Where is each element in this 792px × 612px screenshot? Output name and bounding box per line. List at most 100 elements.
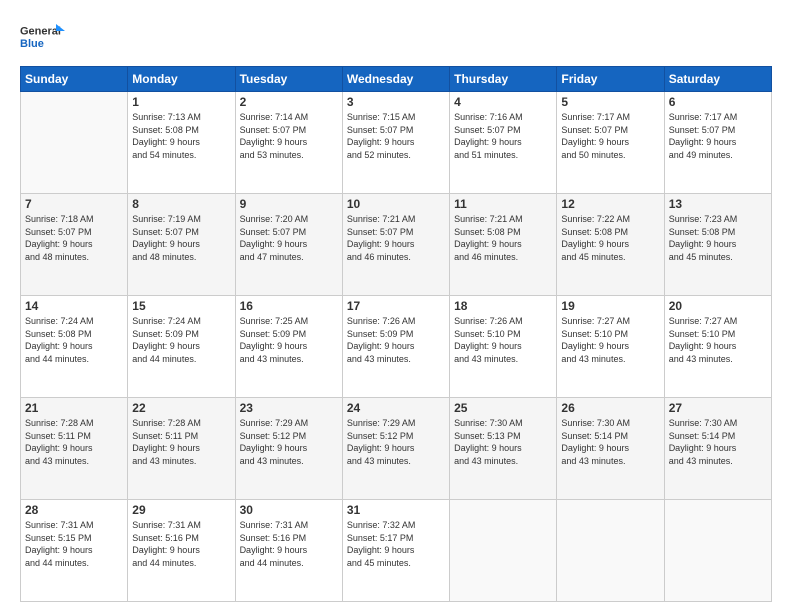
calendar-cell: 3 Sunrise: 7:15 AM Sunset: 5:07 PM Daylig… <box>342 92 449 194</box>
day-number: 13 <box>669 197 767 211</box>
day-number: 21 <box>25 401 123 415</box>
calendar-cell: 19 Sunrise: 7:27 AM Sunset: 5:10 PM Dayli… <box>557 296 664 398</box>
day-number: 24 <box>347 401 445 415</box>
day-info: Sunrise: 7:29 AM Sunset: 5:12 PM Dayligh… <box>347 417 445 467</box>
day-info: Sunrise: 7:17 AM Sunset: 5:07 PM Dayligh… <box>561 111 659 161</box>
day-number: 6 <box>669 95 767 109</box>
day-number: 5 <box>561 95 659 109</box>
day-number: 4 <box>454 95 552 109</box>
day-info: Sunrise: 7:13 AM Sunset: 5:08 PM Dayligh… <box>132 111 230 161</box>
calendar-cell: 6 Sunrise: 7:17 AM Sunset: 5:07 PM Daylig… <box>664 92 771 194</box>
weekday-header: Tuesday <box>235 67 342 92</box>
day-info: Sunrise: 7:25 AM Sunset: 5:09 PM Dayligh… <box>240 315 338 365</box>
day-number: 28 <box>25 503 123 517</box>
logo: General Blue <box>20 18 70 56</box>
day-info: Sunrise: 7:26 AM Sunset: 5:10 PM Dayligh… <box>454 315 552 365</box>
calendar-cell: 8Sunrise: 7:19 AM Sunset: 5:07 PM Daylig… <box>128 194 235 296</box>
day-number: 12 <box>561 197 659 211</box>
day-info: Sunrise: 7:29 AM Sunset: 5:12 PM Dayligh… <box>240 417 338 467</box>
day-info: Sunrise: 7:28 AM Sunset: 5:11 PM Dayligh… <box>132 417 230 467</box>
day-number: 17 <box>347 299 445 313</box>
day-info: Sunrise: 7:28 AM Sunset: 5:11 PM Dayligh… <box>25 417 123 467</box>
day-number: 27 <box>669 401 767 415</box>
weekday-header: Monday <box>128 67 235 92</box>
day-info: Sunrise: 7:16 AM Sunset: 5:07 PM Dayligh… <box>454 111 552 161</box>
day-info: Sunrise: 7:27 AM Sunset: 5:10 PM Dayligh… <box>561 315 659 365</box>
weekday-header: Sunday <box>21 67 128 92</box>
weekday-header: Thursday <box>450 67 557 92</box>
svg-text:Blue: Blue <box>20 38 44 50</box>
calendar-cell: 13 Sunrise: 7:23 AM Sunset: 5:08 PM Dayli… <box>664 194 771 296</box>
day-info: Sunrise: 7:18 AM Sunset: 5:07 PM Dayligh… <box>25 213 123 263</box>
day-info: Sunrise: 7:17 AM Sunset: 5:07 PM Dayligh… <box>669 111 767 161</box>
day-info: Sunrise: 7:23 AM Sunset: 5:08 PM Dayligh… <box>669 213 767 263</box>
day-number: 14 <box>25 299 123 313</box>
calendar-cell: 16 Sunrise: 7:25 AM Sunset: 5:09 PM Dayli… <box>235 296 342 398</box>
calendar-cell: 22 Sunrise: 7:28 AM Sunset: 5:11 PM Dayli… <box>128 398 235 500</box>
calendar-cell: 5 Sunrise: 7:17 AM Sunset: 5:07 PM Daylig… <box>557 92 664 194</box>
day-info: Sunrise: 7:30 AM Sunset: 5:14 PM Dayligh… <box>561 417 659 467</box>
calendar-cell: 18Sunrise: 7:26 AM Sunset: 5:10 PM Dayli… <box>450 296 557 398</box>
calendar-cell <box>450 500 557 602</box>
day-info: Sunrise: 7:31 AM Sunset: 5:15 PM Dayligh… <box>25 519 123 569</box>
calendar-cell: 30 Sunrise: 7:31 AM Sunset: 5:16 PM Dayli… <box>235 500 342 602</box>
calendar-cell: 28 Sunrise: 7:31 AM Sunset: 5:15 PM Dayli… <box>21 500 128 602</box>
weekday-header: Friday <box>557 67 664 92</box>
day-info: Sunrise: 7:24 AM Sunset: 5:09 PM Dayligh… <box>132 315 230 365</box>
day-info: Sunrise: 7:20 AM Sunset: 5:07 PM Dayligh… <box>240 213 338 263</box>
svg-text:General: General <box>20 26 61 38</box>
weekday-header: Wednesday <box>342 67 449 92</box>
day-number: 15 <box>132 299 230 313</box>
day-number: 25 <box>454 401 552 415</box>
day-info: Sunrise: 7:21 AM Sunset: 5:07 PM Dayligh… <box>347 213 445 263</box>
weekday-header: Saturday <box>664 67 771 92</box>
day-info: Sunrise: 7:27 AM Sunset: 5:10 PM Dayligh… <box>669 315 767 365</box>
day-info: Sunrise: 7:24 AM Sunset: 5:08 PM Dayligh… <box>25 315 123 365</box>
day-info: Sunrise: 7:22 AM Sunset: 5:08 PM Dayligh… <box>561 213 659 263</box>
day-info: Sunrise: 7:31 AM Sunset: 5:16 PM Dayligh… <box>240 519 338 569</box>
calendar-cell <box>664 500 771 602</box>
calendar-cell: 12 Sunrise: 7:22 AM Sunset: 5:08 PM Dayli… <box>557 194 664 296</box>
calendar-cell: 2Sunrise: 7:14 AM Sunset: 5:07 PM Daylig… <box>235 92 342 194</box>
day-info: Sunrise: 7:26 AM Sunset: 5:09 PM Dayligh… <box>347 315 445 365</box>
page: General Blue SundayMondayTuesdayWednesda… <box>0 0 792 612</box>
day-number: 26 <box>561 401 659 415</box>
day-number: 7 <box>25 197 123 211</box>
day-number: 3 <box>347 95 445 109</box>
calendar-cell: 9Sunrise: 7:20 AM Sunset: 5:07 PM Daylig… <box>235 194 342 296</box>
day-number: 2 <box>240 95 338 109</box>
calendar-cell: 24 Sunrise: 7:29 AM Sunset: 5:12 PM Dayli… <box>342 398 449 500</box>
calendar-cell: 7 Sunrise: 7:18 AM Sunset: 5:07 PM Daylig… <box>21 194 128 296</box>
calendar-cell <box>21 92 128 194</box>
day-number: 30 <box>240 503 338 517</box>
day-info: Sunrise: 7:32 AM Sunset: 5:17 PM Dayligh… <box>347 519 445 569</box>
day-info: Sunrise: 7:15 AM Sunset: 5:07 PM Dayligh… <box>347 111 445 161</box>
calendar-cell: 26 Sunrise: 7:30 AM Sunset: 5:14 PM Dayli… <box>557 398 664 500</box>
day-number: 16 <box>240 299 338 313</box>
day-info: Sunrise: 7:30 AM Sunset: 5:14 PM Dayligh… <box>669 417 767 467</box>
calendar-cell: 21 Sunrise: 7:28 AM Sunset: 5:11 PM Dayli… <box>21 398 128 500</box>
day-info: Sunrise: 7:30 AM Sunset: 5:13 PM Dayligh… <box>454 417 552 467</box>
calendar-week-row: 21 Sunrise: 7:28 AM Sunset: 5:11 PM Dayli… <box>21 398 772 500</box>
calendar-cell: 1Sunrise: 7:13 AM Sunset: 5:08 PM Daylig… <box>128 92 235 194</box>
calendar-cell: 31 Sunrise: 7:32 AM Sunset: 5:17 PM Dayli… <box>342 500 449 602</box>
calendar-week-row: 28 Sunrise: 7:31 AM Sunset: 5:15 PM Dayli… <box>21 500 772 602</box>
calendar-cell: 11Sunrise: 7:21 AM Sunset: 5:08 PM Dayli… <box>450 194 557 296</box>
calendar-cell: 17 Sunrise: 7:26 AM Sunset: 5:09 PM Dayli… <box>342 296 449 398</box>
logo-svg: General Blue <box>20 18 70 56</box>
calendar-week-row: 7 Sunrise: 7:18 AM Sunset: 5:07 PM Daylig… <box>21 194 772 296</box>
calendar-cell: 15 Sunrise: 7:24 AM Sunset: 5:09 PM Dayli… <box>128 296 235 398</box>
header: General Blue <box>20 18 772 56</box>
calendar-week-row: 14 Sunrise: 7:24 AM Sunset: 5:08 PM Dayli… <box>21 296 772 398</box>
calendar-week-row: 1Sunrise: 7:13 AM Sunset: 5:08 PM Daylig… <box>21 92 772 194</box>
day-number: 31 <box>347 503 445 517</box>
day-number: 29 <box>132 503 230 517</box>
day-number: 23 <box>240 401 338 415</box>
calendar-cell: 29Sunrise: 7:31 AM Sunset: 5:16 PM Dayli… <box>128 500 235 602</box>
calendar-cell <box>557 500 664 602</box>
day-number: 20 <box>669 299 767 313</box>
day-number: 19 <box>561 299 659 313</box>
day-number: 8 <box>132 197 230 211</box>
day-number: 22 <box>132 401 230 415</box>
calendar-cell: 20 Sunrise: 7:27 AM Sunset: 5:10 PM Dayli… <box>664 296 771 398</box>
